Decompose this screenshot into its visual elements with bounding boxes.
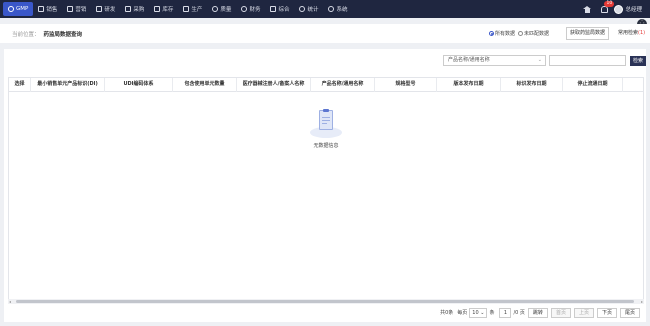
nav-item-research[interactable]: 研发 bbox=[91, 0, 120, 18]
last-page-button[interactable]: 尾页 bbox=[619, 307, 640, 318]
total-count: 共0条 bbox=[440, 310, 454, 316]
finance-icon bbox=[241, 6, 248, 12]
pagination: 共0条 每页 10 ⌄ 条 1 /0 页 跳转 首页 上页 下页 尾页 bbox=[440, 307, 640, 318]
data-scope-radios: 所有数据 未匹配数据 bbox=[489, 30, 552, 37]
notification-badge: 10 bbox=[604, 0, 615, 7]
col-product-name[interactable]: 产品名称/通用名称 bbox=[311, 78, 375, 92]
scroll-right-icon[interactable]: ▸ bbox=[641, 299, 643, 304]
fetch-data-button[interactable]: 获取药监局数据 bbox=[566, 27, 610, 40]
main-panel: 产品名称/通用名称 ⌄ 检索 选择 最小销售单元产品标识(DI) UDI编码体系 … bbox=[4, 49, 646, 322]
breadcrumb-label: 当前位置： bbox=[12, 31, 40, 38]
col-version-date[interactable]: 版本发布日期 bbox=[437, 78, 501, 92]
next-page-button[interactable]: 下页 bbox=[596, 307, 617, 318]
search-row: 产品名称/通用名称 ⌄ 检索 bbox=[4, 55, 646, 67]
user-name[interactable]: 总经理 bbox=[625, 5, 642, 13]
search-field-select[interactable]: 产品名称/通用名称 ⌄ bbox=[443, 55, 546, 66]
purchase-icon bbox=[125, 6, 132, 12]
col-udi[interactable]: UDI编码体系 bbox=[105, 78, 173, 92]
empty-clipboard-icon bbox=[306, 109, 346, 140]
per-page-unit: 条 bbox=[489, 310, 495, 316]
system-icon bbox=[328, 6, 335, 12]
search-button[interactable]: 检索 bbox=[630, 56, 646, 66]
inventory-icon bbox=[154, 6, 161, 12]
production-icon bbox=[183, 6, 190, 12]
nav-item-marketing[interactable]: 营销 bbox=[62, 0, 91, 18]
research-icon bbox=[96, 6, 103, 12]
col-di[interactable]: 最小销售单元产品标识(DI) bbox=[31, 78, 105, 92]
data-table: 选择 最小销售单元产品标识(DI) UDI编码体系 包含使用单元数量 医疗器械注… bbox=[8, 77, 644, 301]
per-page-select[interactable]: 10 ⌄ bbox=[469, 307, 488, 318]
nav-item-production[interactable]: 生产 bbox=[178, 0, 207, 18]
horizontal-scrollbar[interactable]: ◂ ▸ bbox=[8, 299, 644, 304]
nav-item-sales[interactable]: 销售 bbox=[33, 0, 62, 18]
radio-unmatched-data[interactable] bbox=[518, 31, 524, 36]
empty-message: 无数据信息 bbox=[313, 143, 339, 149]
jump-button[interactable]: 跳转 bbox=[527, 307, 548, 318]
top-nav: GMP 销售 营销 研发 采购 库存 生产 质量 财务 综合 统计 系统 10 … bbox=[0, 0, 650, 18]
nav-right: 10 总经理 bbox=[583, 0, 650, 18]
avatar[interactable] bbox=[614, 4, 624, 14]
per-page-label: 每页 bbox=[457, 310, 468, 316]
prev-page-button[interactable]: 上页 bbox=[573, 307, 594, 318]
chevron-down-icon: ⌄ bbox=[537, 57, 542, 63]
general-icon bbox=[270, 6, 277, 12]
radio-all-data[interactable] bbox=[489, 31, 494, 36]
quality-icon bbox=[212, 6, 219, 12]
nav-item-system[interactable]: 系统 bbox=[323, 0, 352, 18]
nav-item-purchase[interactable]: 采购 bbox=[120, 0, 149, 18]
scroll-thumb[interactable] bbox=[16, 300, 634, 303]
col-unit-qty[interactable]: 包含使用单元数量 bbox=[173, 78, 237, 92]
first-page-button[interactable]: 首页 bbox=[550, 307, 571, 318]
common-search-count: (1) bbox=[638, 30, 646, 36]
breadcrumb: 当前位置： 药监局数据查询 所有数据 未匹配数据 获取药监局数据 常用检索(1) bbox=[0, 24, 650, 43]
col-select[interactable]: 选择 bbox=[9, 78, 31, 92]
sales-icon bbox=[38, 6, 45, 12]
nav-item-finance[interactable]: 财务 bbox=[236, 0, 265, 18]
common-search-tab[interactable]: 常用检索(1) bbox=[614, 27, 646, 40]
col-spec[interactable]: 规格型号 bbox=[375, 78, 437, 92]
page-input[interactable]: 1 bbox=[499, 307, 512, 318]
gmp-icon bbox=[8, 6, 14, 12]
col-stop-date[interactable]: 停止流通日期 bbox=[563, 78, 623, 92]
radio-unmatched-label[interactable]: 未匹配数据 bbox=[524, 30, 549, 37]
bell-icon[interactable]: 10 bbox=[601, 0, 615, 13]
scroll-left-icon[interactable]: ◂ bbox=[9, 299, 11, 304]
search-input[interactable] bbox=[549, 55, 626, 66]
marketing-icon bbox=[67, 6, 74, 12]
nav-item-gmp[interactable]: GMP bbox=[3, 2, 34, 16]
table-header: 选择 最小销售单元产品标识(DI) UDI编码体系 包含使用单元数量 医疗器械注… bbox=[9, 78, 643, 92]
nav-item-statistics[interactable]: 统计 bbox=[294, 0, 323, 18]
radio-all-label[interactable]: 所有数据 bbox=[495, 30, 515, 37]
col-registrant[interactable]: 医疗器械注册人/备案人名称 bbox=[237, 78, 311, 92]
statistics-icon bbox=[299, 6, 306, 12]
nav-item-inventory[interactable]: 库存 bbox=[149, 0, 178, 18]
col-label-date[interactable]: 标识发布日期 bbox=[501, 78, 563, 92]
nav-item-general[interactable]: 综合 bbox=[265, 0, 294, 18]
nav-item-quality[interactable]: 质量 bbox=[207, 0, 236, 18]
page-total: /0 页 bbox=[513, 310, 525, 316]
page-title: 药监局数据查询 bbox=[43, 31, 83, 38]
home-icon[interactable] bbox=[583, 5, 592, 13]
empty-state: 无数据信息 bbox=[9, 109, 643, 149]
